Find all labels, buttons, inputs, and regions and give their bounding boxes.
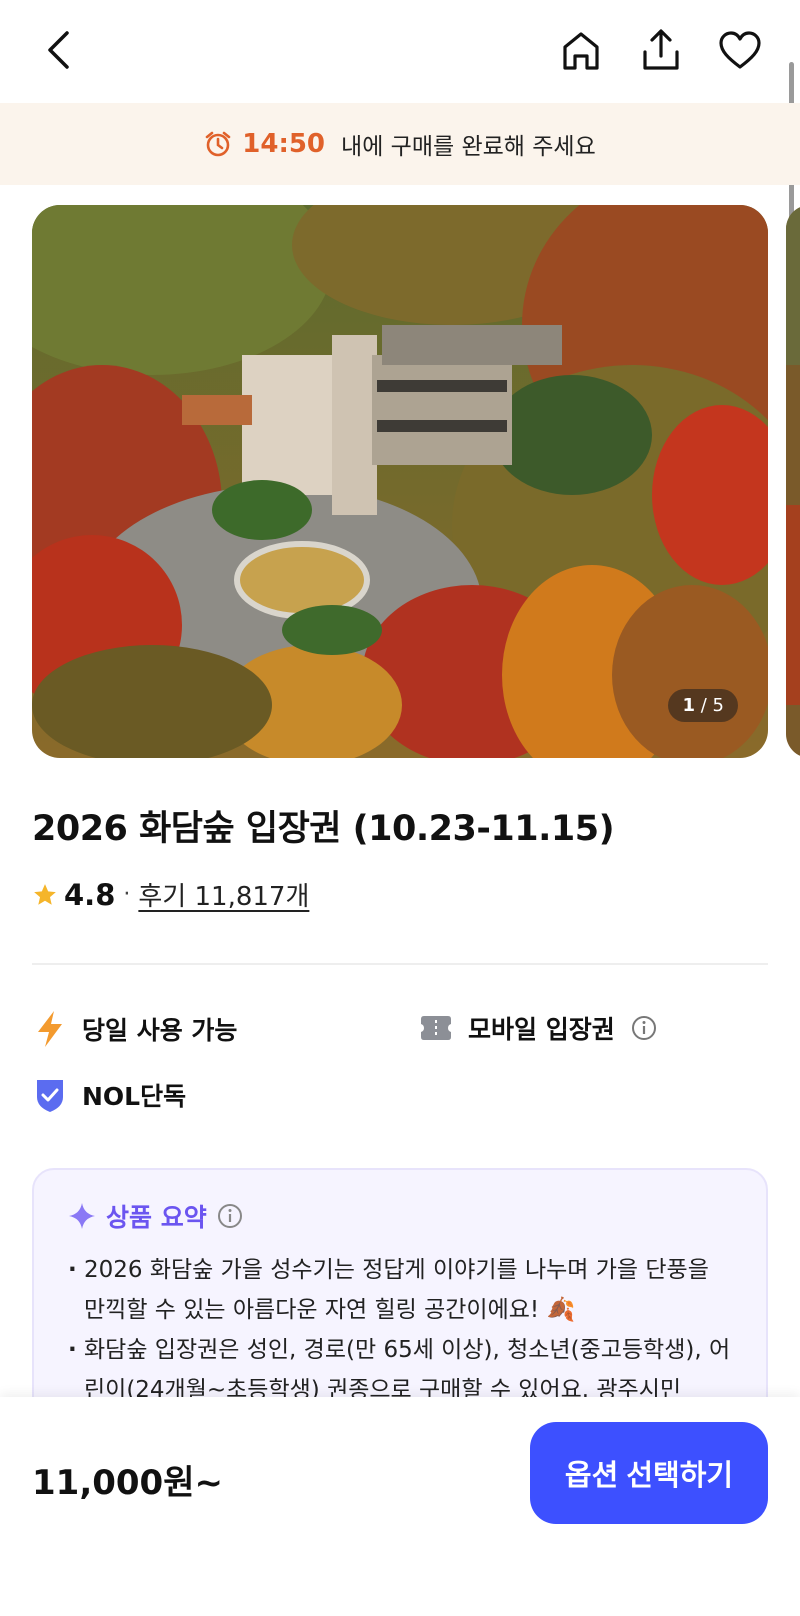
- lightning-icon: [38, 1011, 62, 1047]
- feature-nol-exclusive: NOL단독: [34, 1077, 186, 1113]
- ticket-icon: [421, 1016, 451, 1040]
- select-option-button[interactable]: 옵션 선택하기: [530, 1422, 768, 1524]
- star-icon: [34, 883, 56, 905]
- feature-label: 당일 사용 가능: [82, 1016, 238, 1045]
- info-icon[interactable]: [631, 1015, 657, 1041]
- rating-row: 4.8 · 후기 11,817개: [32, 876, 309, 913]
- feature-mobile-ticket: 모바일 입장권: [420, 1010, 657, 1046]
- review-count-link[interactable]: 후기 11,817개: [138, 876, 309, 913]
- image-counter-total: / 5: [700, 695, 724, 716]
- feature-label: NOL단독: [82, 1082, 187, 1111]
- summary-title: 상품 요약: [106, 1203, 207, 1232]
- home-button[interactable]: [558, 28, 604, 74]
- summary-item: 2026 화담숲 가을 성수기는 정답게 이야기를 나누며 가을 단풍을 만끽할…: [68, 1250, 732, 1330]
- divider: [32, 963, 768, 965]
- feature-same-day: 당일 사용 가능: [34, 1010, 237, 1048]
- feature-label: 모바일 입장권: [468, 1015, 615, 1044]
- heart-icon: [719, 31, 761, 69]
- price-label: 11,000원~: [32, 1463, 223, 1503]
- next-image-peek[interactable]: [786, 205, 800, 758]
- purchase-timer-banner: 14:50 내에 구매를 완료해 주세요: [0, 103, 800, 185]
- info-icon[interactable]: [217, 1203, 243, 1229]
- favorite-button[interactable]: [716, 26, 764, 74]
- image-counter-current: 1: [682, 695, 696, 716]
- product-image-gallery[interactable]: 1 / 5: [32, 205, 768, 758]
- alarm-clock-icon: [205, 131, 231, 157]
- timer-countdown: 14:50: [242, 129, 326, 159]
- home-icon: [563, 32, 599, 70]
- image-counter: 1 / 5: [668, 689, 738, 722]
- product-photo: [32, 205, 768, 758]
- top-bar: [0, 0, 800, 100]
- summary-list: 2026 화담숲 가을 성수기는 정답게 이야기를 나누며 가을 단풍을 만끽할…: [68, 1250, 732, 1410]
- rating-value: 4.8: [64, 877, 116, 912]
- shield-check-icon: [37, 1080, 63, 1112]
- purchase-bar: 11,000원~ 옵션 선택하기: [0, 1397, 800, 1616]
- back-arrow-icon: [48, 31, 69, 69]
- timer-message: 내에 구매를 완료해 주세요: [341, 134, 596, 160]
- summary-header: 상품 요약: [68, 1198, 732, 1234]
- product-title: 2026 화담숲 입장권 (10.23-11.15): [32, 809, 615, 849]
- sparkle-icon: [69, 1203, 95, 1229]
- share-icon: [643, 29, 679, 70]
- share-button[interactable]: [638, 26, 684, 74]
- back-button[interactable]: [36, 28, 80, 72]
- next-photo: [786, 205, 800, 758]
- rating-separator: ·: [123, 882, 131, 907]
